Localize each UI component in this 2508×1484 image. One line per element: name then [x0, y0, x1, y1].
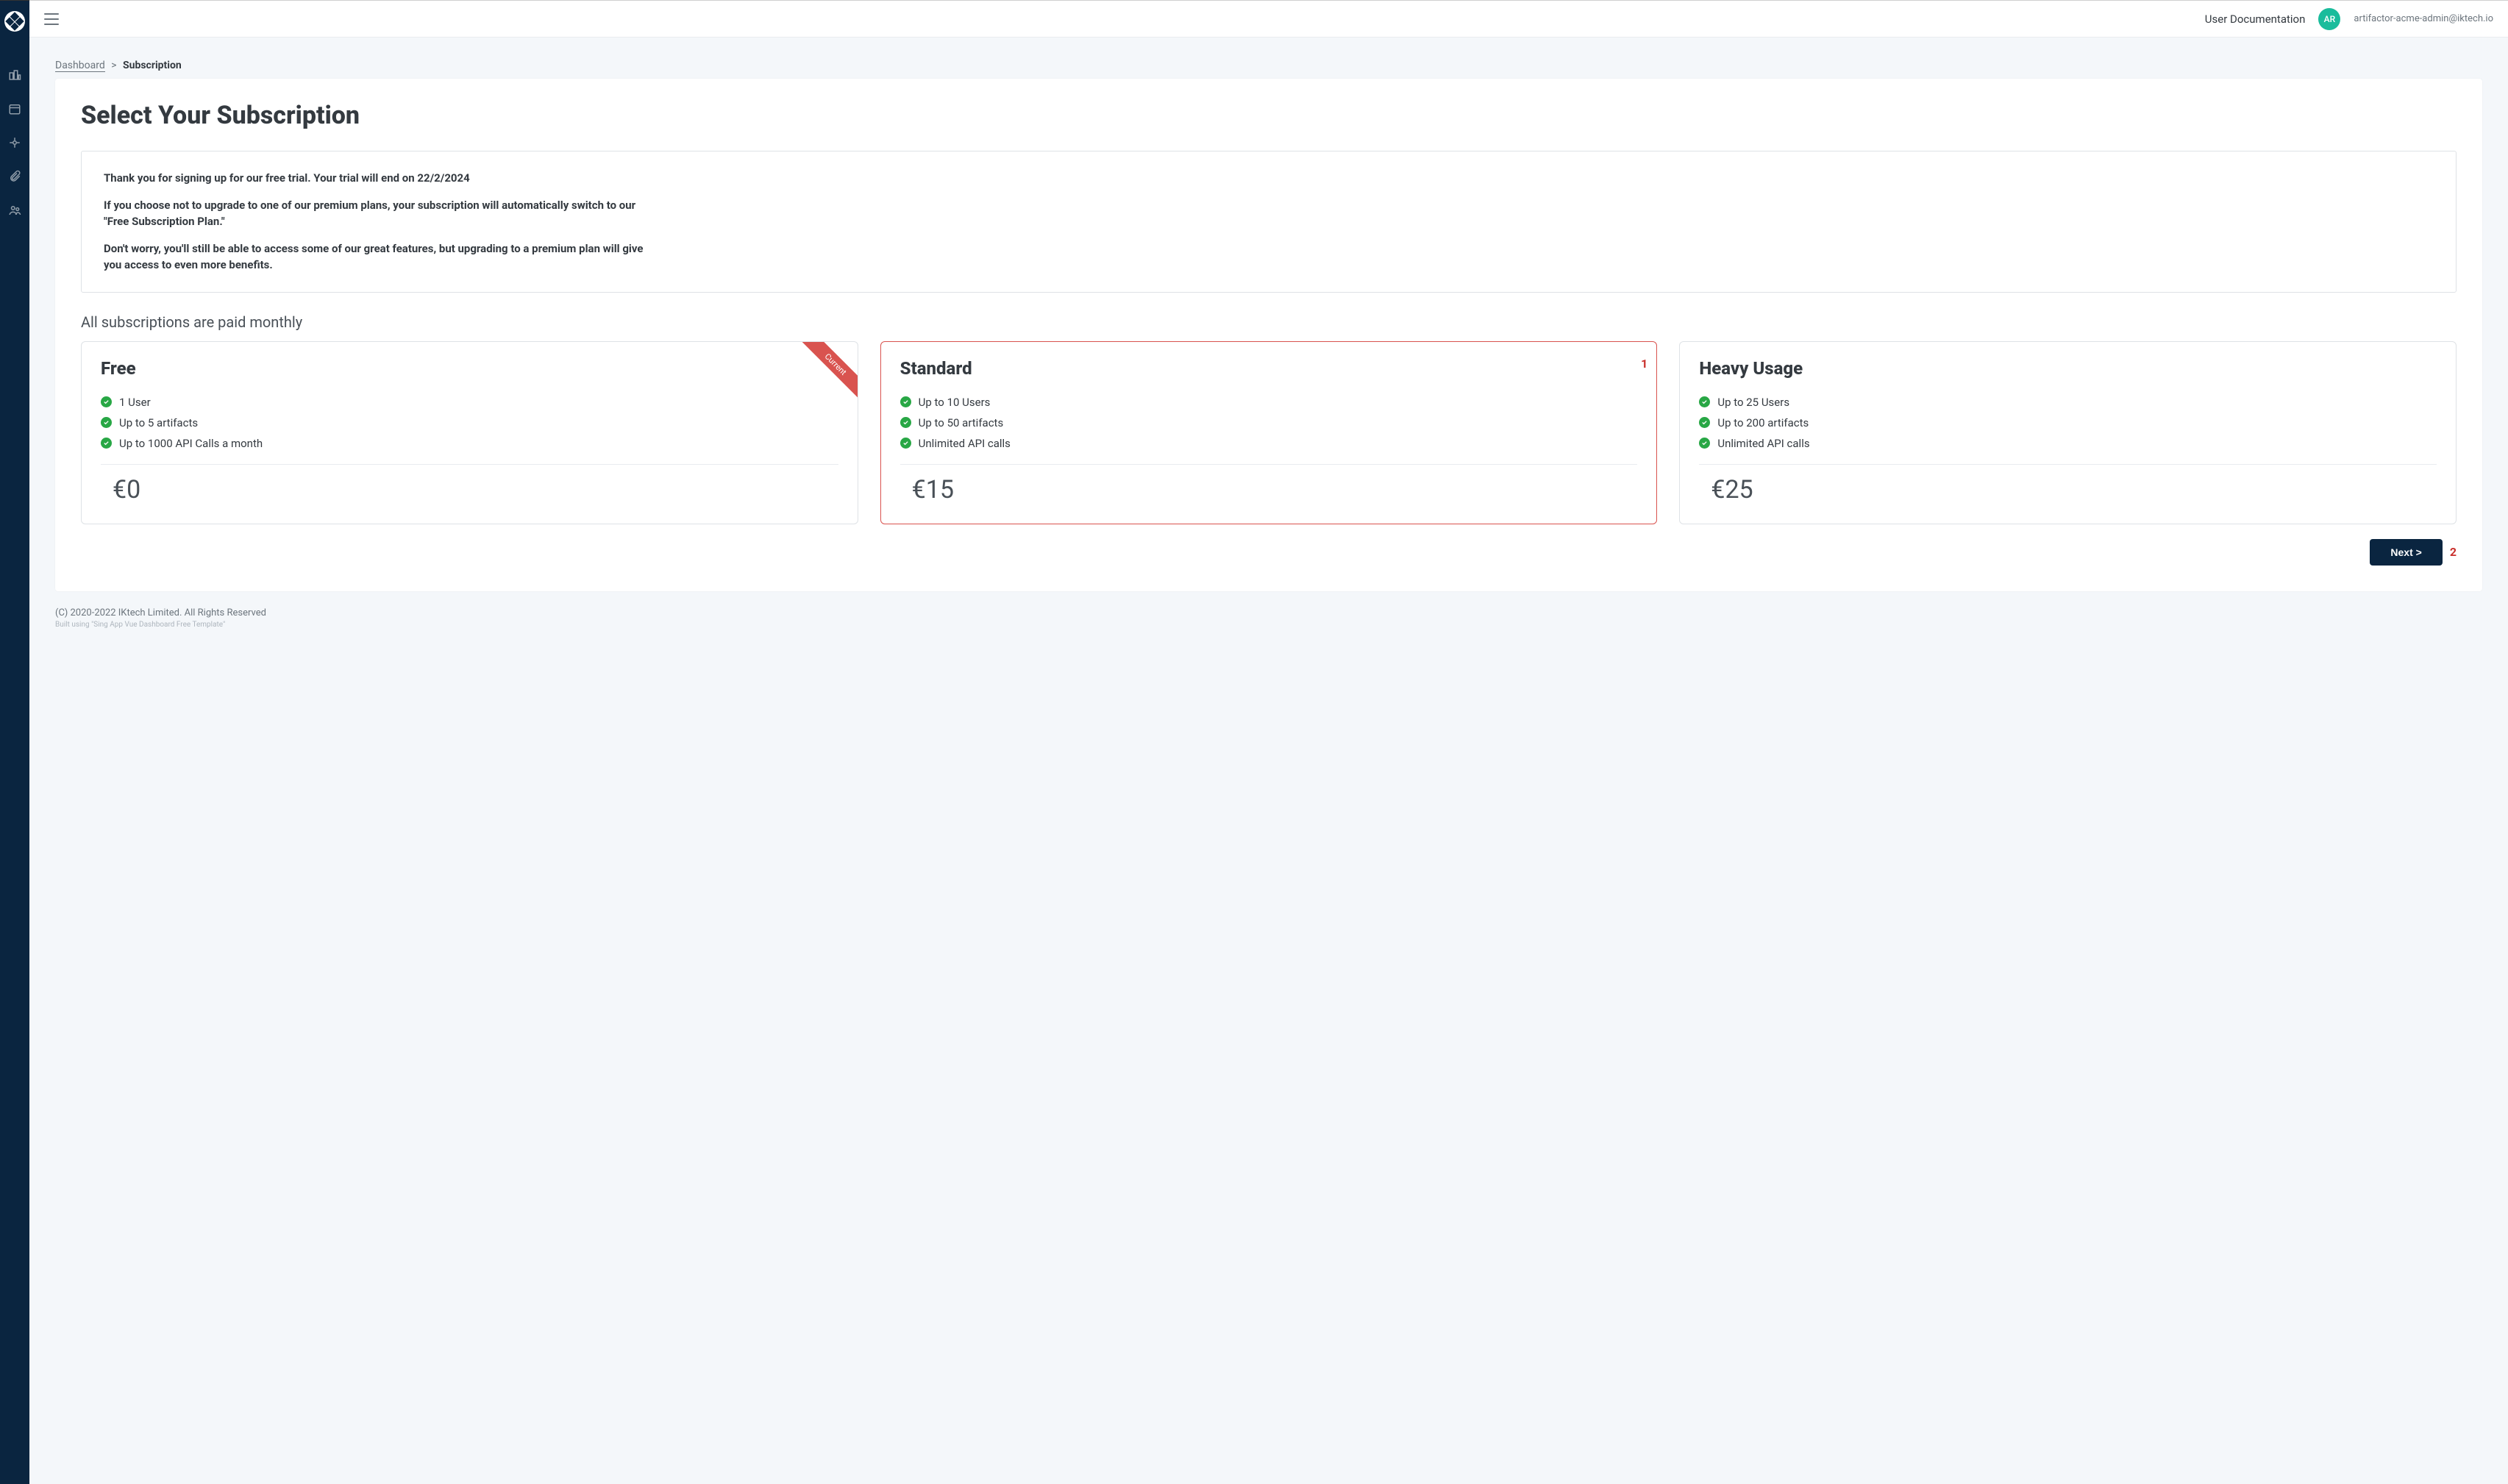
check-icon [900, 438, 911, 449]
nav-buildings-icon[interactable] [8, 68, 21, 82]
check-icon [101, 438, 112, 449]
breadcrumb-separator: > [111, 60, 116, 71]
plan-name: Heavy Usage [1699, 358, 2437, 379]
page-title: Select Your Subscription [81, 101, 2457, 130]
user-email: artifactor-acme-admin@iktech.io [2354, 13, 2493, 24]
user-documentation-link[interactable]: User Documentation [2205, 13, 2306, 26]
breadcrumb-root-link[interactable]: Dashboard [55, 60, 105, 72]
nav-calendar-icon[interactable] [8, 102, 21, 115]
topbar: User Documentation AR artifactor-acme-ad… [29, 1, 2508, 38]
plan-name: Free [101, 358, 838, 379]
nav-attachment-icon[interactable] [8, 170, 21, 183]
ribbon-label: Current [799, 342, 858, 401]
plan-standard[interactable]: 1 Standard Up to 10 Users Up to 50 artif… [880, 341, 1658, 524]
breadcrumb-current: Subscription [123, 60, 182, 71]
plan-feature: Up to 10 Users [900, 392, 1638, 413]
current-ribbon: Current [791, 342, 858, 408]
plan-name: Standard [900, 358, 1638, 379]
plan-price: €0 [101, 475, 838, 504]
check-icon [1699, 438, 1710, 449]
plan-feature: Up to 200 artifacts [1699, 413, 2437, 433]
annotation-1: 1 [1641, 357, 1647, 371]
plan-feature: Unlimited API calls [1699, 433, 2437, 454]
feature-text: Up to 5 artifacts [119, 416, 198, 429]
divider [101, 464, 838, 465]
app-logo[interactable] [0, 7, 29, 36]
avatar[interactable]: AR [2318, 8, 2340, 30]
plan-feature: 1 User [101, 392, 838, 413]
plan-feature: Up to 25 Users [1699, 392, 2437, 413]
plan-feature: Unlimited API calls [900, 433, 1638, 454]
feature-text: Unlimited API calls [1717, 437, 1809, 450]
check-icon [900, 396, 911, 407]
plans-row: Current Free 1 User Up to 5 artifacts Up… [81, 341, 2457, 524]
footer-copyright: (C) 2020-2022 IKtech Limited. All Rights… [55, 607, 2482, 618]
check-icon [1699, 396, 1710, 407]
nav-users-icon[interactable] [8, 204, 21, 217]
feature-text: Up to 50 artifacts [919, 416, 1004, 429]
plan-heavy-usage[interactable]: Heavy Usage Up to 25 Users Up to 200 art… [1679, 341, 2457, 524]
plan-features: Up to 10 Users Up to 50 artifacts Unlimi… [900, 392, 1638, 454]
divider [900, 464, 1638, 465]
plan-feature: Up to 50 artifacts [900, 413, 1638, 433]
plan-price: €15 [900, 475, 1638, 504]
plan-free[interactable]: Current Free 1 User Up to 5 artifacts Up… [81, 341, 858, 524]
plan-price: €25 [1699, 475, 2437, 504]
feature-text: Up to 25 Users [1717, 396, 1789, 409]
footer-credit: Built using "Sing App Vue Dashboard Free… [55, 621, 2482, 629]
feature-text: Up to 10 Users [919, 396, 991, 409]
plan-features: Up to 25 Users Up to 200 artifacts Unlim… [1699, 392, 2437, 454]
annotation-2: 2 [2450, 545, 2457, 559]
sidebar [0, 0, 29, 1484]
feature-text: Up to 1000 API Calls a month [119, 437, 263, 450]
plan-features: 1 User Up to 5 artifacts Up to 1000 API … [101, 392, 838, 454]
nav-target-icon[interactable] [8, 136, 21, 149]
feature-text: Up to 200 artifacts [1717, 416, 1809, 429]
main-area: User Documentation AR artifactor-acme-ad… [29, 0, 2508, 1484]
feature-text: Unlimited API calls [919, 437, 1011, 450]
plan-feature: Up to 1000 API Calls a month [101, 433, 838, 454]
breadcrumb: Dashboard > Subscription [55, 60, 2482, 71]
main-card: Select Your Subscription Thank you for s… [55, 79, 2482, 591]
check-icon [101, 417, 112, 428]
next-row: Next > 2 [81, 539, 2457, 566]
plans-subheading: All subscriptions are paid monthly [81, 313, 2457, 331]
check-icon [900, 417, 911, 428]
trial-info-box: Thank you for signing up for our free tr… [81, 151, 2457, 293]
divider [1699, 464, 2437, 465]
trial-info-line-2: If you choose not to upgrade to one of o… [104, 197, 663, 230]
topbar-right: User Documentation AR artifactor-acme-ad… [2205, 8, 2493, 30]
check-icon [101, 396, 112, 407]
next-button[interactable]: Next > [2370, 539, 2442, 566]
check-icon [1699, 417, 1710, 428]
menu-toggle-icon[interactable] [44, 13, 59, 25]
feature-text: 1 User [119, 396, 151, 409]
trial-info-line-1: Thank you for signing up for our free tr… [104, 170, 663, 187]
content: Dashboard > Subscription Select Your Sub… [29, 38, 2508, 1484]
trial-info-line-3: Don't worry, you'll still be able to acc… [104, 240, 663, 274]
plan-feature: Up to 5 artifacts [101, 413, 838, 433]
